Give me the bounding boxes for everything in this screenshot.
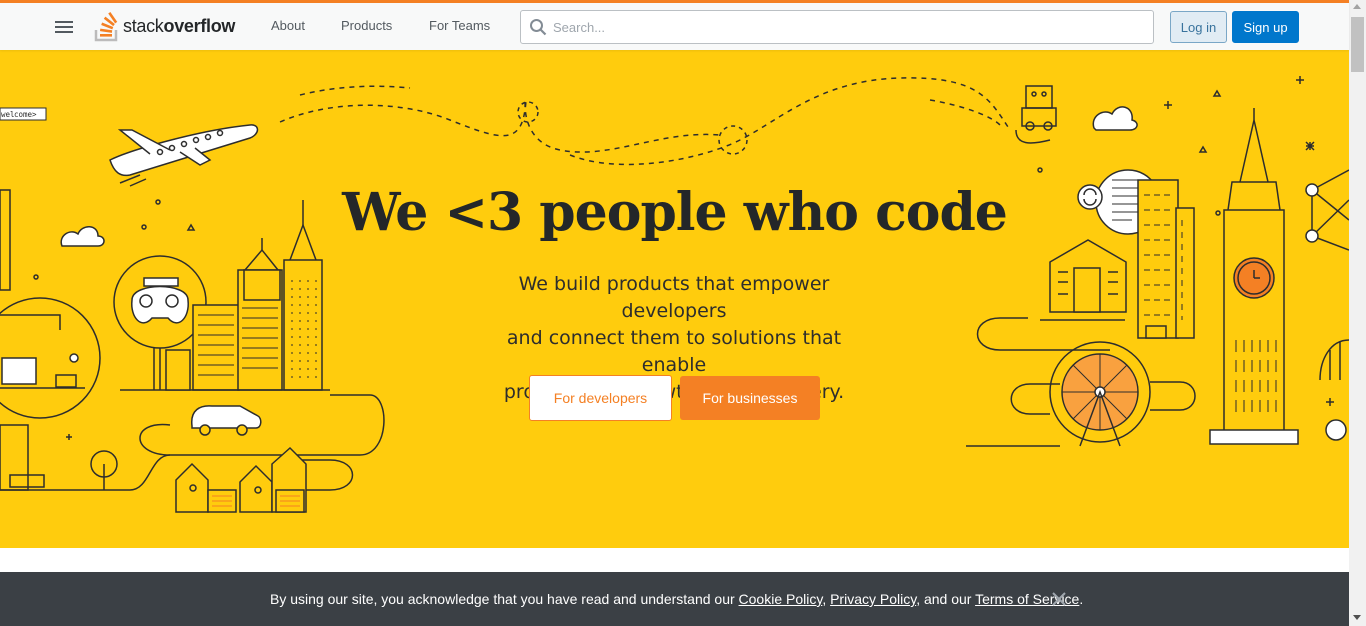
- scrollbar-thumb[interactable]: [1351, 17, 1364, 72]
- site-logo[interactable]: stackoverflow: [94, 9, 235, 43]
- page-scrollbar[interactable]: [1349, 0, 1366, 626]
- search-icon: [530, 19, 547, 36]
- hero-section: wel come> We <3 people who code We build…: [0, 50, 1349, 548]
- search-input[interactable]: [553, 11, 1143, 43]
- stack-overflow-logo-icon: [94, 12, 118, 42]
- for-businesses-button[interactable]: For businesses: [680, 376, 820, 420]
- privacy-policy-link[interactable]: Privacy Policy: [830, 591, 916, 607]
- nav-about[interactable]: About: [271, 18, 305, 33]
- hero-subtitle-line: and connect them to solutions that enabl…: [506, 327, 842, 376]
- search-box: [520, 10, 1154, 44]
- hero-headline: We <3 people who code: [342, 182, 1008, 243]
- close-icon[interactable]: [1050, 590, 1068, 608]
- menu-icon[interactable]: [53, 17, 77, 37]
- top-bar: stackoverflow About Products For Teams L…: [0, 0, 1349, 50]
- scroll-down-icon[interactable]: [1353, 615, 1361, 620]
- for-developers-button[interactable]: For developers: [529, 375, 672, 421]
- nav-products[interactable]: Products: [341, 18, 392, 33]
- nav-for-teams[interactable]: For Teams: [429, 18, 490, 33]
- cookie-banner: By using our site, you acknowledge that …: [0, 572, 1349, 626]
- cookie-banner-text: By using our site, you acknowledge that …: [270, 591, 1084, 607]
- hero-subtitle-line: We build products that empower developer…: [518, 273, 830, 322]
- login-button[interactable]: Log in: [1170, 11, 1227, 43]
- welcome-sign-text: wel: [1, 110, 15, 119]
- signup-button[interactable]: Sign up: [1232, 11, 1299, 43]
- scroll-up-icon[interactable]: [1353, 4, 1361, 9]
- logo-wordmark: stackoverflow: [123, 15, 236, 36]
- svg-text:come>: come>: [14, 110, 37, 119]
- cookie-policy-link[interactable]: Cookie Policy: [739, 591, 823, 607]
